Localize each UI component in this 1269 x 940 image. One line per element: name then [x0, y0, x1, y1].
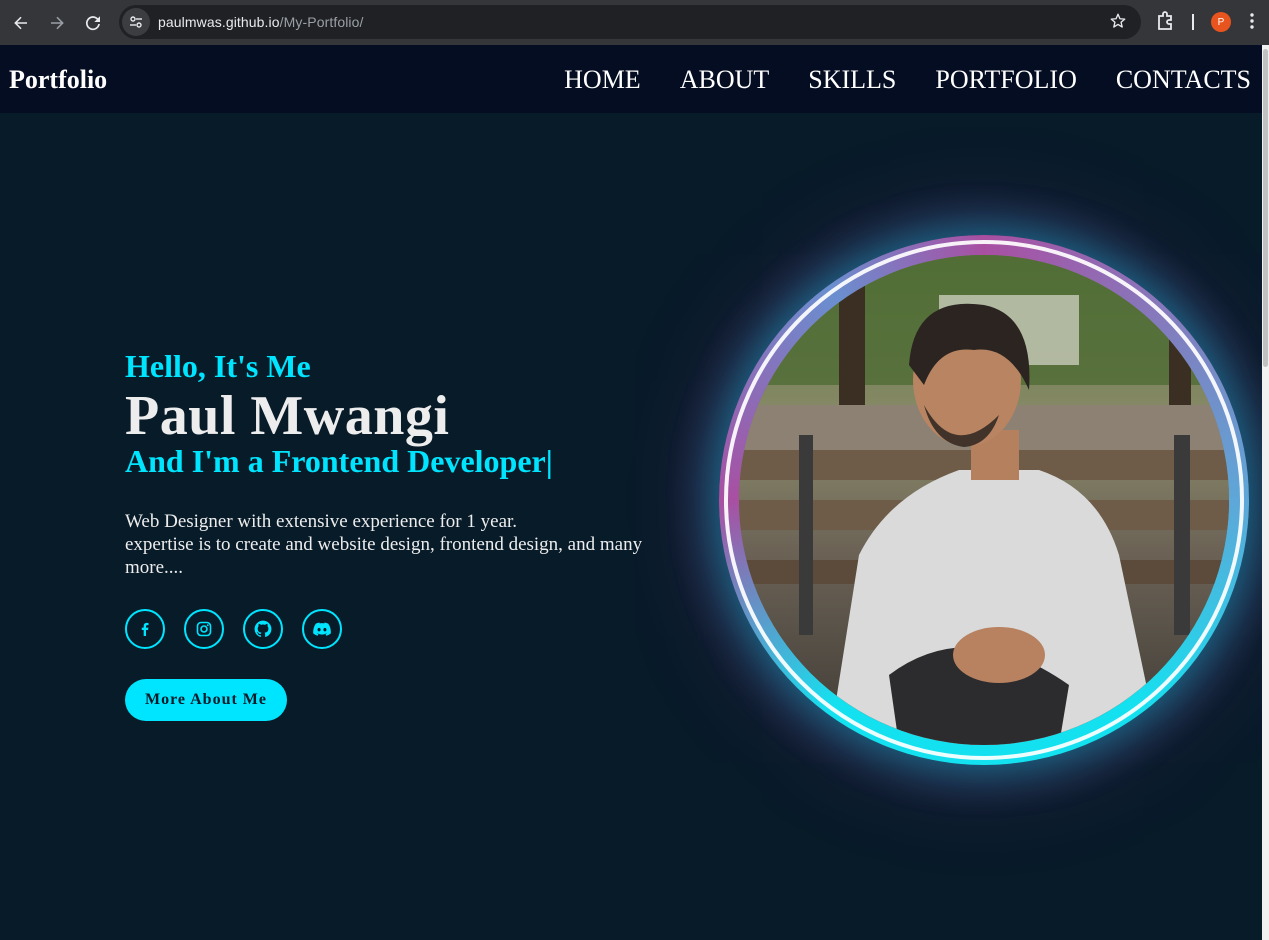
- profile-photo: [739, 255, 1229, 745]
- nav-skills[interactable]: SKILLS: [808, 65, 896, 95]
- reload-button[interactable]: [75, 5, 111, 41]
- nav-portfolio[interactable]: PORTFOLIO: [935, 65, 1076, 95]
- site-info-icon[interactable]: [122, 8, 150, 36]
- scrollbar-thumb[interactable]: [1263, 49, 1268, 367]
- nav-about[interactable]: ABOUT: [680, 65, 770, 95]
- bookmark-star-icon[interactable]: [1109, 12, 1127, 35]
- instagram-link[interactable]: [184, 609, 224, 649]
- address-bar[interactable]: paulmwas.github.io/My-Portfolio/: [119, 5, 1141, 39]
- main-nav: HOME ABOUT SKILLS PORTFOLIO CONTACTS: [525, 65, 1251, 95]
- profile-avatar[interactable]: P: [1211, 12, 1231, 32]
- github-icon: [254, 620, 272, 638]
- browser-menu-icon[interactable]: [1250, 12, 1254, 35]
- page-scrollbar[interactable]: [1262, 45, 1269, 940]
- hero-role: And I'm a Frontend Developer|: [125, 442, 553, 480]
- nav-contacts[interactable]: CONTACTS: [1116, 65, 1251, 95]
- more-about-me-button[interactable]: More About Me: [125, 679, 287, 721]
- url-host: paulmwas.github.io: [158, 14, 280, 30]
- back-button[interactable]: [3, 5, 39, 41]
- hero-name: Paul Mwangi: [125, 385, 450, 447]
- toolbar-separator: [1192, 14, 1194, 30]
- hero-description-line1: Web Designer with extensive experience f…: [125, 511, 518, 532]
- hero-role-text: And I'm a Frontend Developer: [125, 443, 546, 479]
- profile-ring: [719, 235, 1249, 765]
- site-logo[interactable]: Portfolio: [9, 65, 107, 95]
- discord-link[interactable]: [302, 609, 342, 649]
- facebook-link[interactable]: [125, 609, 165, 649]
- instagram-icon: [196, 621, 212, 637]
- site-header: Portfolio HOME ABOUT SKILLS PORTFOLIO CO…: [0, 45, 1262, 113]
- typing-cursor: |: [545, 443, 553, 479]
- forward-button[interactable]: [39, 5, 75, 41]
- url-text[interactable]: paulmwas.github.io/My-Portfolio/: [158, 14, 364, 30]
- url-path: /My-Portfolio/: [279, 14, 364, 30]
- hero-description-line2: expertise is to create and website desig…: [125, 534, 643, 578]
- discord-icon: [313, 622, 331, 636]
- facebook-icon: [141, 622, 149, 636]
- nav-home[interactable]: HOME: [564, 65, 641, 95]
- hero-description: Web Designer with extensive experience f…: [125, 510, 685, 579]
- github-link[interactable]: [243, 609, 283, 649]
- hero-greeting: Hello, It's Me: [125, 348, 311, 384]
- extensions-icon[interactable]: [1156, 10, 1176, 37]
- page-viewport: Portfolio HOME ABOUT SKILLS PORTFOLIO CO…: [0, 45, 1262, 940]
- social-links: [125, 609, 361, 649]
- browser-toolbar: paulmwas.github.io/My-Portfolio/ P: [0, 0, 1269, 45]
